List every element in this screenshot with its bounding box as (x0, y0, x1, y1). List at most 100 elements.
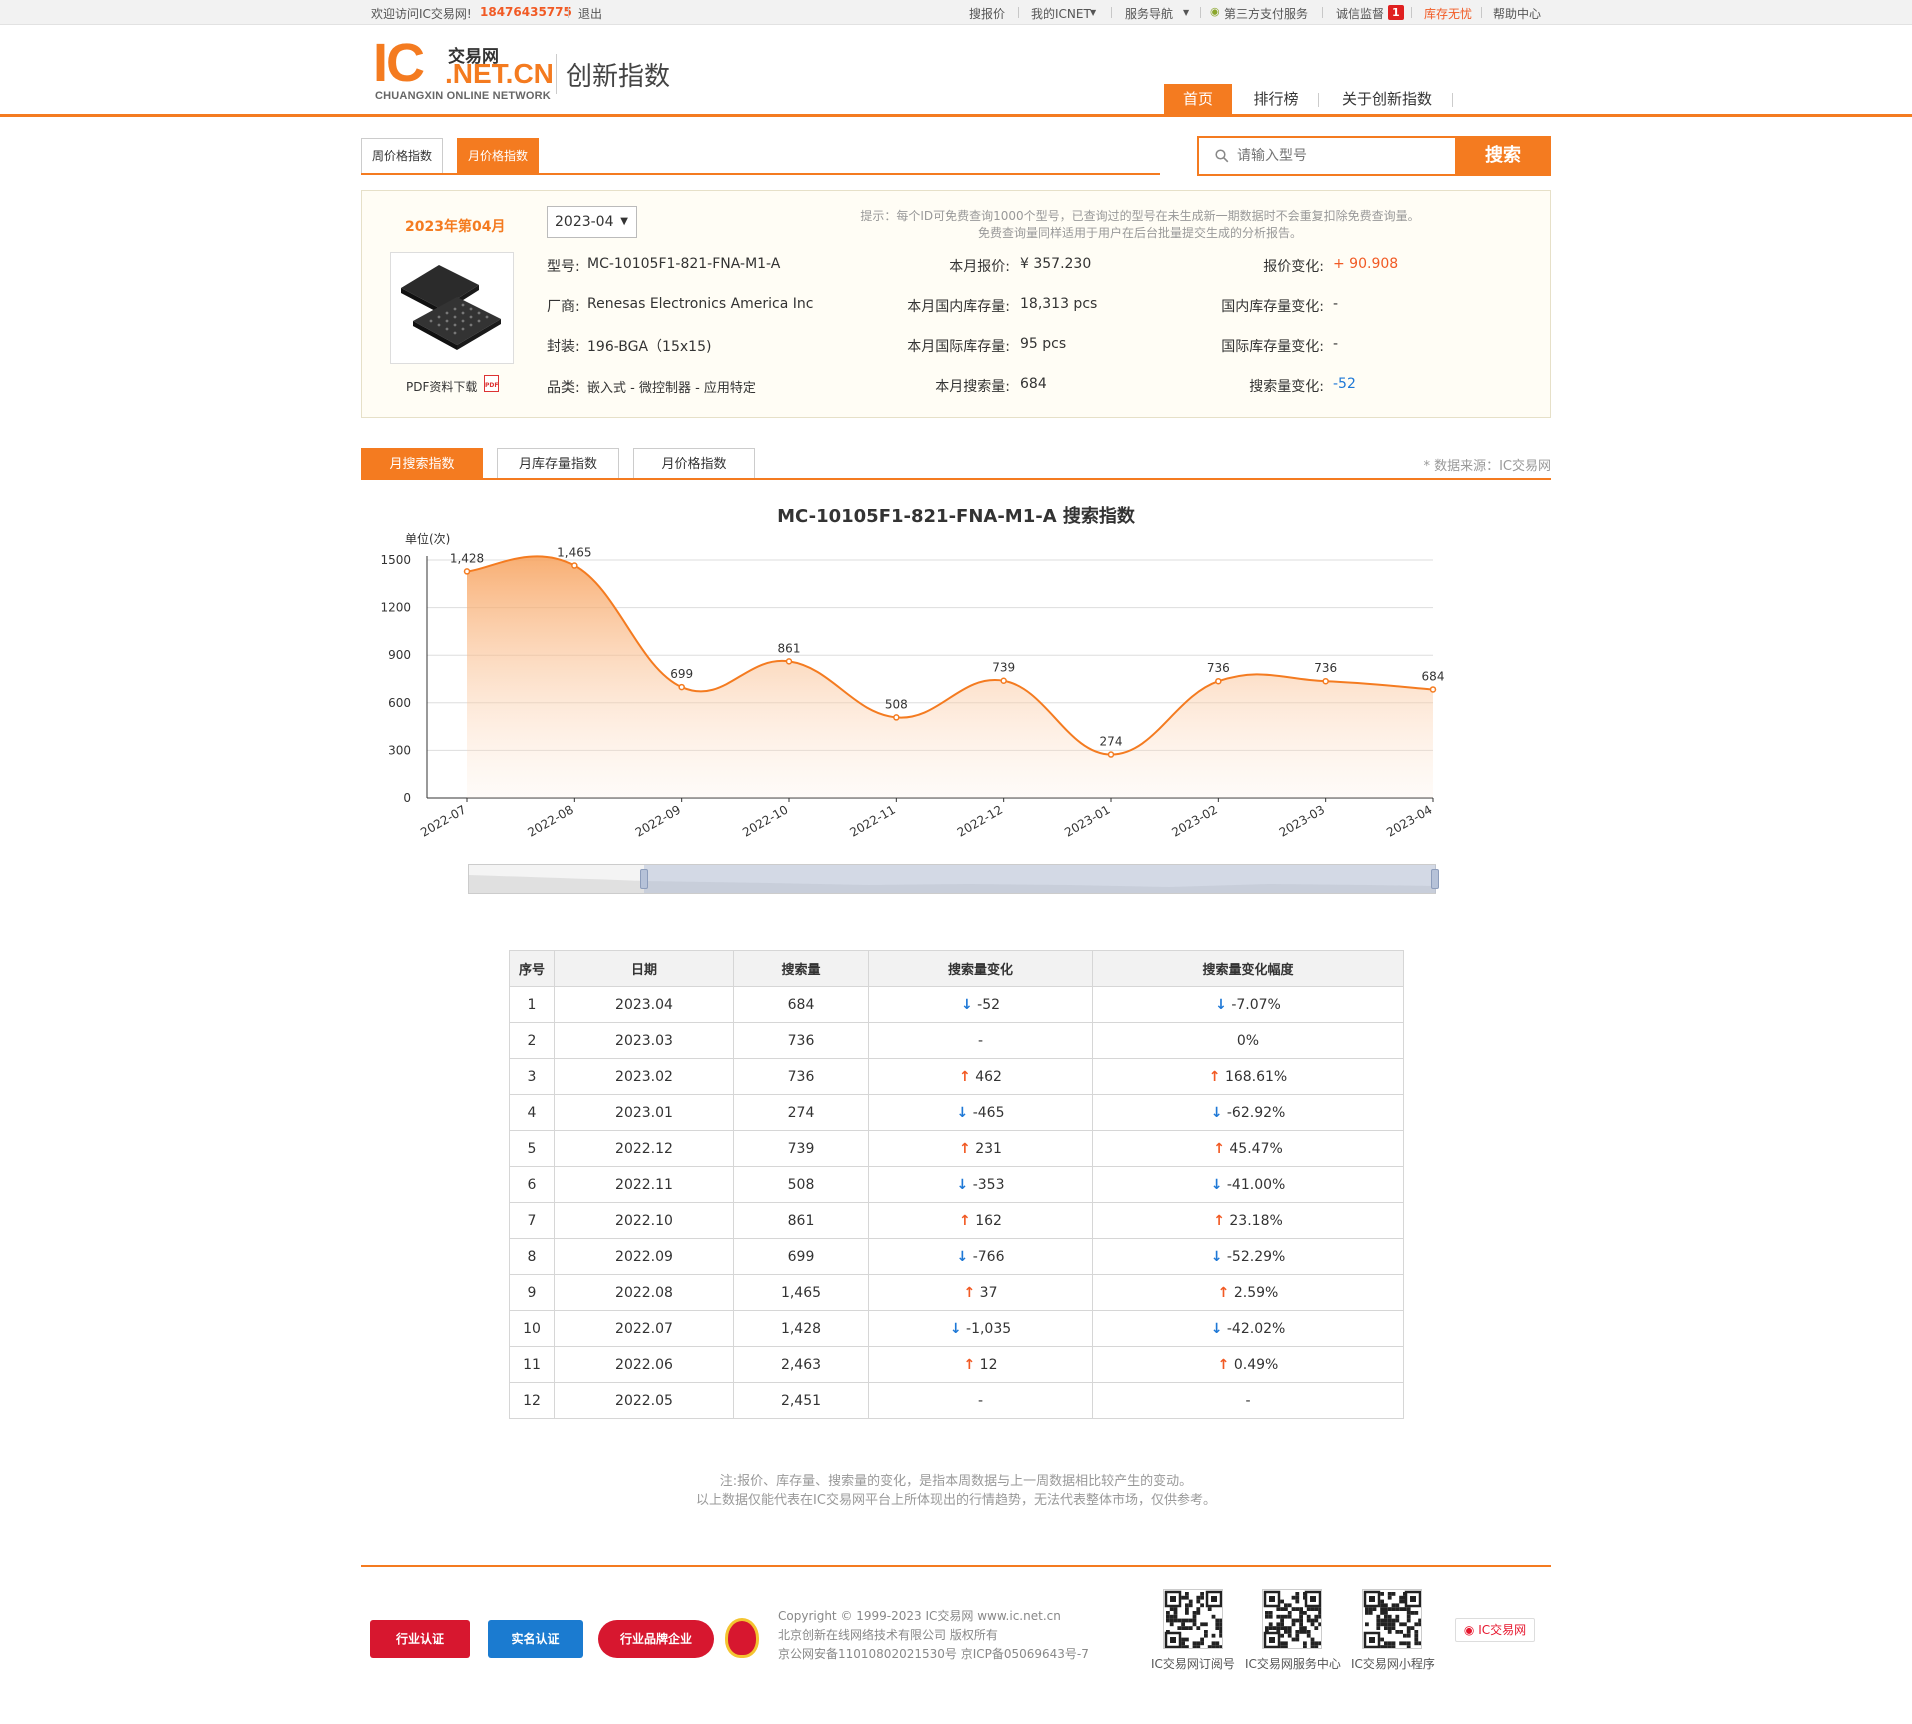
search-input[interactable] (1237, 144, 1442, 168)
industry-cert-badge[interactable]: 行业认证 (370, 1620, 470, 1658)
my-icnet-link[interactable]: 我的ICNET (1031, 5, 1091, 22)
cell-change-pct: ↑ 2.59% (1092, 1274, 1404, 1311)
cell-date: 2023.04 (554, 986, 734, 1023)
category-value[interactable]: 嵌入式 - 微控制器 - 应用特定 (587, 377, 756, 396)
cell-change-pct-value: 0.49% (1233, 1356, 1279, 1373)
cell-change-pct-value: 23.18% (1229, 1212, 1283, 1229)
zoom-slider-selection[interactable] (644, 865, 1436, 893)
cell-no-value: 5 (527, 1140, 537, 1157)
table-row: 1 2023.04 684 ↓ -52 ↓ -7.07% (509, 986, 1404, 1023)
arrow-down-icon: ↓ (1210, 1320, 1223, 1337)
police-shield-icon[interactable] (725, 1618, 759, 1658)
data-label: 508 (885, 697, 908, 711)
period-select[interactable]: 2023-04 ▼ (547, 206, 637, 238)
category-label: 品类: (547, 380, 580, 396)
period-label: 2023年第04月 (405, 219, 506, 235)
data-label: 736 (1314, 661, 1337, 675)
brand-enterprise-badge[interactable]: 行业品牌企业 (598, 1620, 714, 1658)
help-link[interactable]: 帮助中心 (1493, 5, 1541, 22)
col-header-date: 日期 (554, 950, 734, 987)
welcome-text: 欢迎访问IC交易网! (371, 7, 472, 21)
data-point (1322, 677, 1329, 685)
cell-change-value: 37 (979, 1284, 998, 1301)
nav-ranking[interactable]: 排行榜 (1240, 84, 1312, 114)
service-nav-link[interactable]: 服务导航 (1125, 5, 1173, 22)
cell-volume-value: 736 (787, 1032, 815, 1049)
cell-date: 2022.09 (554, 1238, 734, 1275)
cell-date-value: 2022.05 (615, 1392, 673, 1409)
cell-no: 3 (509, 1058, 555, 1095)
intl-stock-value: 95 pcs (1020, 336, 1067, 352)
cell-change-pct: ↓ -42.02% (1092, 1310, 1404, 1347)
cell-change-pct: ↓ -7.07% (1092, 986, 1404, 1023)
cell-date-value: 2022.06 (615, 1356, 673, 1373)
weibo-link[interactable]: ◉ IC交易网 (1455, 1618, 1535, 1642)
nav-home[interactable]: 首页 (1164, 84, 1232, 114)
cell-change: ↓ -1,035 (868, 1310, 1093, 1347)
table-row: 9 2022.08 1,465 ↑ 37 ↑ 2.59% (509, 1274, 1404, 1311)
data-label: 736 (1207, 661, 1230, 675)
tab-monthly-search[interactable]: 月搜索指数 (361, 448, 483, 480)
table-row: 3 2023.02 736 ↑ 462 ↑ 168.61% (509, 1058, 1404, 1095)
cell-change-pct-value: 0% (1236, 1032, 1260, 1049)
table-row: 4 2023.01 274 ↓ -465 ↓ -62.92% (509, 1094, 1404, 1131)
x-tick-label: 2022-07 (418, 802, 468, 839)
col-header-no: 序号 (509, 950, 555, 987)
quote-search-link[interactable]: 搜报价 (969, 5, 1005, 22)
col-header-change: 搜索量变化 (868, 950, 1093, 987)
cell-change-value: - (977, 1032, 984, 1049)
package-label: 封装: (547, 339, 580, 355)
tab-monthly-price-chart[interactable]: 月价格指数 (633, 448, 755, 480)
cell-change-pct-value: -41.00% (1226, 1176, 1286, 1193)
weibo-label: IC交易网 (1478, 1623, 1527, 1637)
stock-link[interactable]: 库存无忧 (1424, 5, 1472, 22)
tab-monthly-stock[interactable]: 月库存量指数 (497, 448, 619, 480)
arrow-up-icon: ↑ (1213, 1140, 1225, 1157)
qr-code-icon (1262, 1589, 1322, 1649)
data-label: 739 (992, 661, 1015, 675)
cell-change-value: -1,035 (966, 1320, 1012, 1337)
pdf-download-link[interactable]: PDF资料下载 (406, 378, 477, 395)
chevron-down-icon: ▼ (1183, 8, 1190, 17)
cell-no: 5 (509, 1130, 555, 1167)
y-tick-label: 900 (388, 648, 411, 662)
x-tick-label: 2023-03 (1277, 802, 1327, 839)
arrow-down-icon: ↓ (1210, 1104, 1223, 1121)
search-button[interactable]: 搜索 (1455, 136, 1551, 176)
model-label: 型号: (547, 259, 580, 275)
slider-handle-left[interactable] (640, 869, 648, 889)
cell-no-value: 1 (527, 996, 537, 1013)
tab-monthly-price[interactable]: 月价格指数 (457, 138, 539, 174)
cell-volume: 2,463 (733, 1346, 869, 1383)
cell-date: 2023.03 (554, 1022, 734, 1059)
nav-about[interactable]: 关于创新指数 (1326, 84, 1448, 114)
table-row: 11 2022.06 2,463 ↑ 12 ↑ 0.49% (509, 1346, 1404, 1383)
integrity-link[interactable]: 诚信监督 (1336, 5, 1384, 22)
realname-cert-badge[interactable]: 实名认证 (488, 1620, 583, 1658)
package-value: 196-BGA（15x15) (587, 339, 712, 355)
cell-no: 7 (509, 1202, 555, 1239)
table-row: 2 2023.03 736 - 0% (509, 1022, 1404, 1059)
logout-link[interactable]: 退出 (578, 5, 602, 22)
qr-code-icon (1362, 1589, 1422, 1649)
qr-label-subscription: IC交易网订阅号 (1151, 1657, 1235, 1671)
tab-weekly-price[interactable]: 周价格指数 (361, 138, 443, 174)
data-label: 274 (1100, 735, 1123, 749)
pdf-icon[interactable]: PDF (484, 375, 499, 392)
user-phone[interactable]: 18476435775 (480, 5, 572, 19)
cell-change-pct-value: -7.07% (1231, 996, 1281, 1013)
arrow-down-icon: ↓ (1210, 1248, 1223, 1265)
arrow-down-icon: ↓ (956, 1248, 969, 1265)
y-tick-label: 0 (403, 791, 411, 805)
cell-change-pct-value: -42.02% (1226, 1320, 1286, 1337)
cell-volume: 274 (733, 1094, 869, 1131)
slider-handle-right[interactable] (1431, 869, 1439, 889)
third-party-pay-link[interactable]: 第三方支付服务 (1224, 5, 1308, 22)
logo-ic[interactable]: IC (373, 36, 425, 90)
cell-volume: 1,465 (733, 1274, 869, 1311)
cell-change-pct-value: 168.61% (1224, 1068, 1288, 1085)
top-bar: 欢迎访问IC交易网! 18476435775 退出 搜报价 我的ICNET ▼ … (0, 0, 1912, 25)
cell-change-value: 462 (975, 1068, 1002, 1085)
chart-tab-underline (361, 478, 1551, 480)
logo-subtitle: CHUANGXIN ONLINE NETWORK (375, 90, 551, 102)
